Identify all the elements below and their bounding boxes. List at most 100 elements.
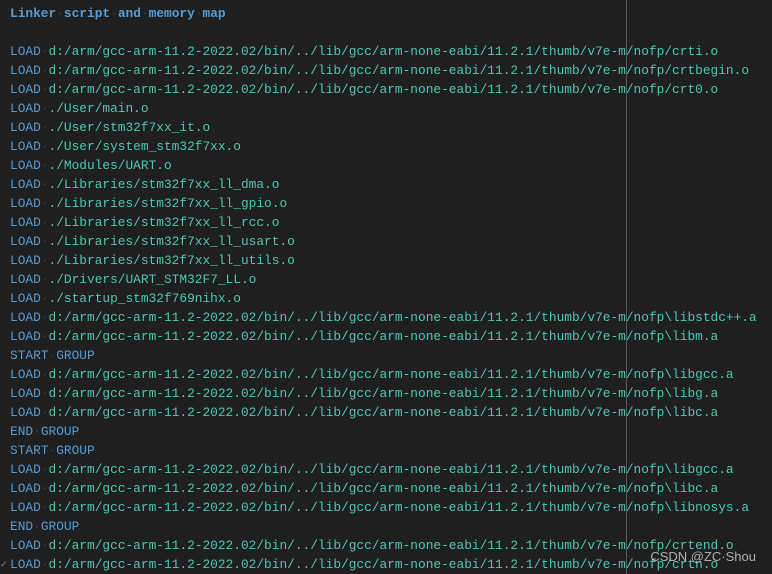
whitespace-marker: · — [40, 215, 49, 230]
file-path: ./Libraries/stm32f7xx_ll_utils.o — [48, 253, 295, 268]
whitespace-marker: · — [40, 386, 49, 401]
whitespace-marker: · — [40, 177, 49, 192]
keyword: LOAD — [10, 177, 41, 192]
code-line[interactable]: LOAD·./Libraries/stm32f7xx_ll_rcc.o — [10, 213, 757, 232]
keyword: END — [10, 424, 34, 439]
whitespace-marker: · — [140, 6, 149, 21]
keyword: LOAD — [10, 215, 41, 230]
code-line[interactable]: LOAD·./User/stm32f7xx_it.o — [10, 118, 757, 137]
file-path: ./Libraries/stm32f7xx_ll_dma.o — [48, 177, 280, 192]
section-title-word: and — [117, 6, 141, 21]
keyword: LOAD — [10, 63, 41, 78]
whitespace-marker: · — [40, 557, 49, 572]
file-path: d:/arm/gcc-arm-11.2-2022.02/bin/../lib/g… — [48, 63, 750, 78]
code-line[interactable] — [10, 23, 757, 42]
section-title-word: script — [63, 6, 111, 21]
whitespace-marker: · — [194, 6, 203, 21]
code-line[interactable]: LOAD·d:/arm/gcc-arm-11.2-2022.02/bin/../… — [10, 384, 757, 403]
code-line[interactable]: LOAD·d:/arm/gcc-arm-11.2-2022.02/bin/../… — [10, 365, 757, 384]
keyword: LOAD — [10, 386, 41, 401]
code-line[interactable]: LOAD·./Libraries/stm32f7xx_ll_utils.o — [10, 251, 757, 270]
file-path: d:/arm/gcc-arm-11.2-2022.02/bin/../lib/g… — [48, 405, 719, 420]
file-path: d:/arm/gcc-arm-11.2-2022.02/bin/../lib/g… — [48, 82, 719, 97]
section-title-word: map — [202, 6, 226, 21]
keyword: LOAD — [10, 500, 41, 515]
keyword: LOAD — [10, 82, 41, 97]
keyword: LOAD — [10, 44, 41, 59]
code-line[interactable]: LOAD·d:/arm/gcc-arm-11.2-2022.02/bin/../… — [10, 80, 757, 99]
file-path: ./Drivers/UART_STM32F7_LL.o — [48, 272, 257, 287]
code-line[interactable]: LOAD·d:/arm/gcc-arm-11.2-2022.02/bin/../… — [10, 555, 757, 574]
file-path: d:/arm/gcc-arm-11.2-2022.02/bin/../lib/g… — [48, 310, 757, 325]
keyword: END — [10, 519, 34, 534]
whitespace-marker: · — [40, 405, 49, 420]
code-line[interactable]: LOAD·./Modules/UART.o — [10, 156, 757, 175]
keyword: GROUP — [40, 519, 80, 534]
code-line[interactable]: LOAD·d:/arm/gcc-arm-11.2-2022.02/bin/../… — [10, 42, 757, 61]
whitespace-marker: · — [40, 63, 49, 78]
code-line[interactable]: START·GROUP — [10, 441, 757, 460]
code-editor[interactable]: Linker·script·and·memory·map LOAD·d:/arm/… — [0, 0, 772, 574]
file-path: d:/arm/gcc-arm-11.2-2022.02/bin/../lib/g… — [48, 367, 734, 382]
whitespace-marker: · — [40, 253, 49, 268]
whitespace-marker: · — [40, 538, 49, 553]
keyword: LOAD — [10, 329, 41, 344]
code-line[interactable]: START·GROUP — [10, 346, 757, 365]
file-path: d:/arm/gcc-arm-11.2-2022.02/bin/../lib/g… — [48, 538, 734, 553]
file-path: ./User/main.o — [48, 101, 149, 116]
keyword: LOAD — [10, 272, 41, 287]
file-path: ./Libraries/stm32f7xx_ll_usart.o — [48, 234, 295, 249]
section-title-word: memory — [148, 6, 195, 21]
code-line[interactable]: END·GROUP — [10, 517, 757, 536]
code-line[interactable]: LOAD·./User/system_stm32f7xx.o — [10, 137, 757, 156]
code-line[interactable]: LOAD·d:/arm/gcc-arm-11.2-2022.02/bin/../… — [10, 403, 757, 422]
keyword: LOAD — [10, 538, 41, 553]
file-path: d:/arm/gcc-arm-11.2-2022.02/bin/../lib/g… — [48, 386, 719, 401]
code-line[interactable]: END·GROUP — [10, 422, 757, 441]
code-line[interactable]: LOAD·./User/main.o — [10, 99, 757, 118]
code-line[interactable]: LOAD·d:/arm/gcc-arm-11.2-2022.02/bin/../… — [10, 498, 757, 517]
keyword: LOAD — [10, 158, 41, 173]
keyword: LOAD — [10, 405, 41, 420]
code-line[interactable]: LOAD·d:/arm/gcc-arm-11.2-2022.02/bin/../… — [10, 308, 757, 327]
file-path: ./User/system_stm32f7xx.o — [48, 139, 241, 154]
whitespace-marker: · — [40, 234, 49, 249]
code-line[interactable]: LOAD·./Libraries/stm32f7xx_ll_usart.o — [10, 232, 757, 251]
file-path: d:/arm/gcc-arm-11.2-2022.02/bin/../lib/g… — [48, 481, 719, 496]
editor-lines[interactable]: Linker·script·and·memory·map LOAD·d:/arm/… — [10, 4, 757, 574]
whitespace-marker: · — [40, 291, 49, 306]
code-line[interactable]: LOAD·d:/arm/gcc-arm-11.2-2022.02/bin/../… — [10, 61, 757, 80]
watermark: CSDN @ZC·Shou — [650, 549, 756, 564]
keyword: GROUP — [40, 424, 80, 439]
whitespace-marker: · — [40, 329, 49, 344]
file-path: d:/arm/gcc-arm-11.2-2022.02/bin/../lib/g… — [48, 44, 719, 59]
code-line[interactable]: LOAD·./startup_stm32f769nihx.o — [10, 289, 757, 308]
keyword: LOAD — [10, 253, 41, 268]
code-line[interactable]: LOAD·./Drivers/UART_STM32F7_LL.o — [10, 270, 757, 289]
keyword: GROUP — [56, 348, 95, 363]
file-path: ./Modules/UART.o — [48, 158, 172, 173]
file-path: d:/arm/gcc-arm-11.2-2022.02/bin/../lib/g… — [48, 462, 734, 477]
code-line[interactable]: Linker·script·and·memory·map — [10, 4, 757, 23]
whitespace-marker: · — [40, 158, 49, 173]
keyword: LOAD — [10, 120, 41, 135]
fold-chevron-icon[interactable]: ✓ — [0, 558, 8, 572]
keyword: START — [10, 348, 49, 363]
code-line[interactable]: LOAD·./Libraries/stm32f7xx_ll_gpio.o — [10, 194, 757, 213]
code-line[interactable]: LOAD·d:/arm/gcc-arm-11.2-2022.02/bin/../… — [10, 479, 757, 498]
keyword: LOAD — [10, 234, 41, 249]
section-title-word: Linker — [10, 6, 57, 21]
code-line[interactable]: LOAD·d:/arm/gcc-arm-11.2-2022.02/bin/../… — [10, 536, 757, 555]
keyword: GROUP — [56, 443, 95, 458]
keyword: LOAD — [10, 462, 41, 477]
keyword: LOAD — [10, 367, 41, 382]
keyword: LOAD — [10, 196, 41, 211]
keyword: LOAD — [10, 481, 41, 496]
whitespace-marker: · — [40, 120, 49, 135]
file-path: ./Libraries/stm32f7xx_ll_rcc.o — [48, 215, 280, 230]
code-line[interactable]: LOAD·./Libraries/stm32f7xx_ll_dma.o — [10, 175, 757, 194]
keyword: LOAD — [10, 557, 41, 572]
whitespace-marker: · — [40, 82, 49, 97]
code-line[interactable]: LOAD·d:/arm/gcc-arm-11.2-2022.02/bin/../… — [10, 460, 757, 479]
code-line[interactable]: LOAD·d:/arm/gcc-arm-11.2-2022.02/bin/../… — [10, 327, 757, 346]
